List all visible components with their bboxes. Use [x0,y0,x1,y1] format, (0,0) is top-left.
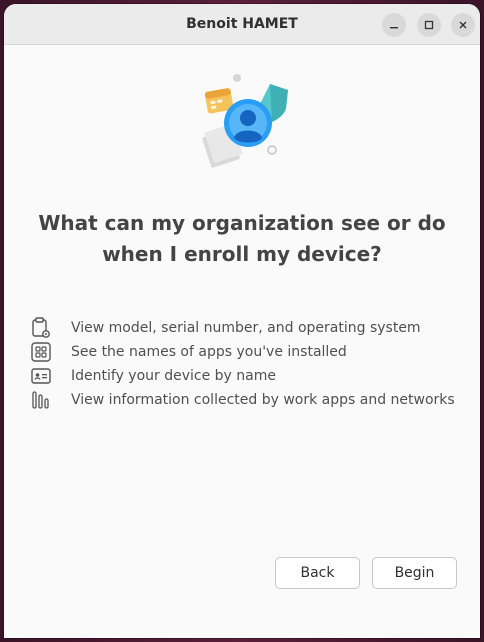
back-button[interactable]: Back [275,557,360,589]
list-item: View model, serial number, and operating… [30,316,455,340]
clipboard-gear-icon [30,317,52,339]
decor-ring-icon [267,145,277,155]
list-item: See the names of apps you've installed [30,340,455,364]
enrollment-illustration [202,74,288,168]
list-item-label: See the names of apps you've installed [71,344,347,360]
close-button[interactable] [451,13,475,37]
list-item-label: Identify your device by name [71,368,276,384]
list-item-label: View model, serial number, and operating… [71,320,421,336]
permissions-list: View model, serial number, and operating… [30,316,455,412]
begin-button[interactable]: Begin [372,557,457,589]
apps-grid-icon [30,341,52,363]
maximize-button[interactable] [417,13,441,37]
list-item-label: View information collected by work apps … [71,392,455,408]
app-window: Benoit HAMET What can my organization se… [4,4,480,638]
list-item: Identify your device by name [30,364,455,388]
decor-dot-icon [233,74,241,82]
maximize-icon [424,20,434,30]
bar-chart-icon [30,389,52,411]
window-title: Benoit HAMET [186,16,298,32]
minimize-button[interactable] [382,13,406,37]
list-item: View information collected by work apps … [30,388,455,412]
id-card-icon [30,365,52,387]
minimize-icon [390,27,398,29]
page-title: What can my organization see or do when … [38,211,446,266]
close-icon [459,21,467,29]
title-bar[interactable]: Benoit HAMET [4,4,480,45]
user-avatar-icon [224,99,272,147]
